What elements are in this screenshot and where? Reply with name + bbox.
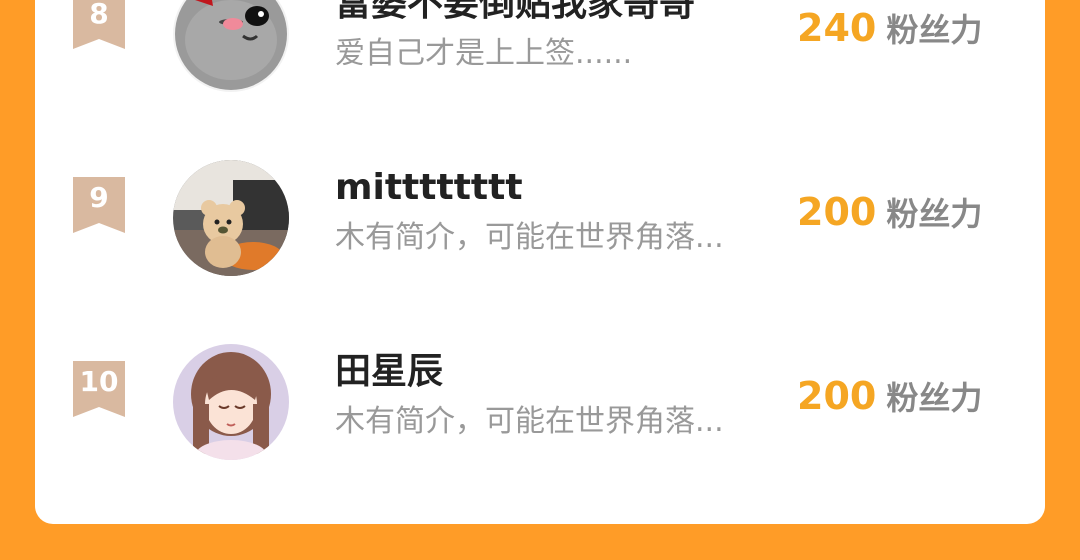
avatar[interactable]	[173, 160, 289, 276]
anime-girl-avatar-icon	[173, 344, 289, 460]
rank-number: 8	[89, 0, 109, 30]
score-value: 200	[797, 374, 877, 418]
gray-cartoon-avatar-icon	[173, 0, 289, 92]
rank-number: 10	[79, 365, 119, 398]
rank-number: 9	[89, 181, 109, 214]
fans-score: 200 粉丝力	[797, 190, 982, 242]
score-unit: 粉丝力	[886, 379, 983, 417]
user-bio: 木有简介，可能在世界角落...	[335, 404, 724, 439]
teddy-bear-photo-avatar-icon	[173, 160, 289, 276]
fans-score: 200 粉丝力	[797, 374, 982, 426]
ranking-row[interactable]: 9 mitttttttt 木有简介，可能在世界角落... 200 粉丝力	[35, 160, 1045, 300]
user-bio: 木有简介，可能在世界角落...	[335, 220, 724, 255]
score-value: 240	[797, 6, 877, 50]
rank-badge: 10	[73, 361, 125, 419]
ranking-row[interactable]: 10 田星辰 木有简介，可能在世界角落... 200 粉丝力	[35, 344, 1045, 484]
user-name: 富婆不要倒贴我家哥哥	[335, 0, 696, 24]
ranking-card: 8 富婆不要倒贴我家哥哥 爱自己才是上上签...... 240 粉丝力 9 mi…	[35, 0, 1045, 524]
avatar[interactable]	[173, 344, 289, 460]
score-unit: 粉丝力	[886, 11, 983, 49]
score-value: 200	[797, 190, 877, 234]
user-bio: 爱自己才是上上签......	[335, 36, 633, 71]
user-name: mitttttttt	[335, 167, 523, 208]
rank-badge: 9	[73, 177, 125, 235]
fans-score: 240 粉丝力	[797, 6, 982, 58]
score-unit: 粉丝力	[886, 195, 983, 233]
rank-badge: 8	[73, 0, 125, 51]
ranking-row[interactable]: 8 富婆不要倒贴我家哥哥 爱自己才是上上签...... 240 粉丝力	[35, 0, 1045, 116]
avatar[interactable]	[173, 0, 289, 92]
user-name: 田星辰	[335, 351, 444, 392]
